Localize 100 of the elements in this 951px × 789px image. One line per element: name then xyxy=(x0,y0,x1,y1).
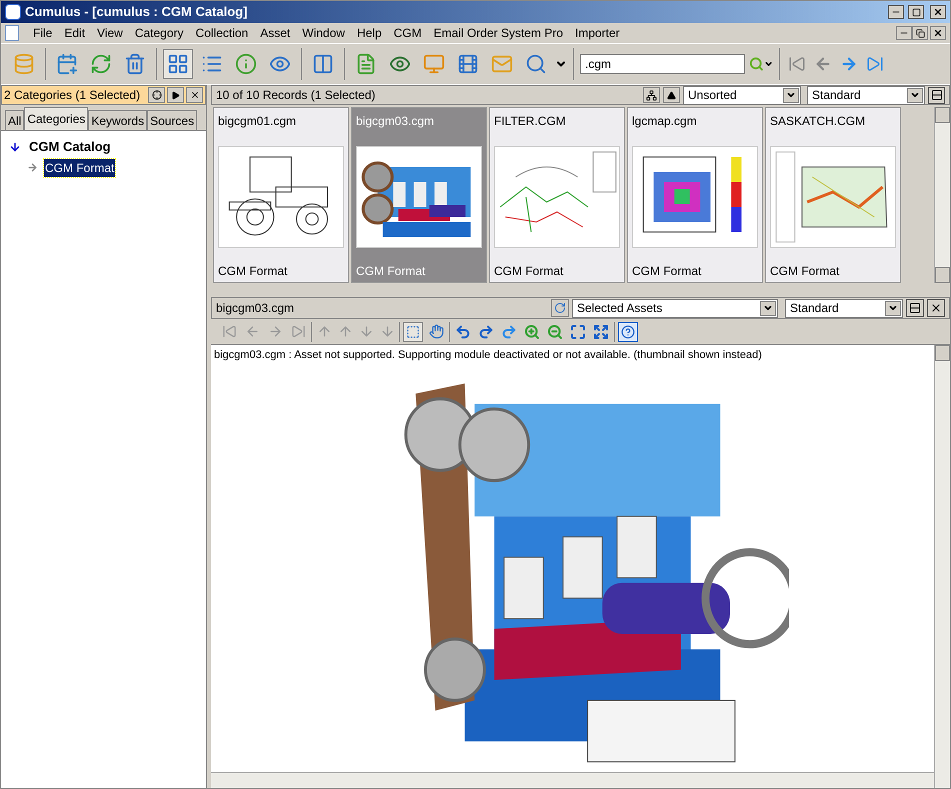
split-view-button[interactable] xyxy=(906,299,924,317)
menu-item[interactable]: File xyxy=(27,24,58,42)
scrollbar[interactable] xyxy=(211,772,934,788)
zoom-in-icon xyxy=(524,324,540,340)
scrollbar[interactable] xyxy=(934,345,950,788)
view-dropdown[interactable]: Standard xyxy=(785,298,903,318)
asset-card[interactable]: lgcmap.cgm CGM Format xyxy=(627,107,763,283)
asset-category: CGM Format xyxy=(218,263,288,278)
last-record-icon xyxy=(866,55,884,73)
film-icon xyxy=(457,53,479,75)
menu-item[interactable]: Help xyxy=(350,24,388,42)
menu-item[interactable]: Category xyxy=(128,24,190,42)
undo-icon xyxy=(455,324,471,340)
categories-count: 2 Categories (1 Selected) xyxy=(4,87,142,104)
asset-card[interactable]: FILTER.CGM CGM Format xyxy=(489,107,625,283)
hand-tool-icon xyxy=(428,324,444,339)
menu-item[interactable]: CGM xyxy=(388,24,428,42)
asset-category: CGM Format xyxy=(356,263,426,278)
thumbnail-view-button[interactable] xyxy=(163,49,193,79)
split-view-icon xyxy=(909,302,921,314)
maximize-button[interactable] xyxy=(908,5,924,19)
menu-item[interactable]: Window xyxy=(296,24,351,42)
tab[interactable]: Sources xyxy=(147,110,198,130)
asset-card[interactable]: bigcgm01.cgm CGM Format xyxy=(213,107,349,283)
previous-record-icon xyxy=(814,55,832,73)
help-button[interactable] xyxy=(618,322,638,342)
down-icon xyxy=(358,324,374,339)
find-document-icon xyxy=(525,53,547,75)
asset-category: CGM Format xyxy=(770,263,840,278)
help-icon xyxy=(621,324,635,338)
play-button[interactable] xyxy=(167,87,184,103)
close-icon xyxy=(933,28,943,38)
select-button[interactable] xyxy=(403,322,423,342)
menu-item[interactable]: Collection xyxy=(190,24,254,42)
redo-icon xyxy=(478,324,494,340)
top-icon xyxy=(316,324,332,339)
records-count: 10 of 10 Records (1 Selected) xyxy=(216,87,376,104)
play-icon xyxy=(171,90,180,100)
asset-card[interactable]: SASKATCH.CGM CGM Format xyxy=(765,107,901,283)
sync-icon xyxy=(554,302,566,314)
last-page-icon xyxy=(290,324,306,339)
next-record-icon xyxy=(840,55,858,73)
restore-button[interactable] xyxy=(912,26,928,40)
tab[interactable]: All xyxy=(5,110,24,130)
menu-item[interactable]: Edit xyxy=(58,24,92,42)
menu-item[interactable]: Email Order System Pro xyxy=(428,24,569,42)
previous-page-icon xyxy=(244,324,260,339)
actual-size-icon xyxy=(593,324,609,340)
rotate-icon xyxy=(501,324,517,340)
menu-item[interactable]: Importer xyxy=(569,24,626,42)
search-field[interactable]: .cgm xyxy=(580,54,745,74)
first-record-icon xyxy=(788,55,806,73)
next-page-icon xyxy=(268,324,282,339)
asset-name: bigcgm01.cgm xyxy=(218,113,298,130)
zoom-out-icon xyxy=(547,324,563,340)
asset-name: lgcmap.cgm xyxy=(632,113,698,130)
preview-file-name: bigcgm03.cgm xyxy=(216,300,296,317)
scope-dropdown[interactable]: Selected Assets xyxy=(572,298,778,318)
minimize-button[interactable] xyxy=(896,26,912,40)
info-view-icon xyxy=(235,53,257,75)
asset-name: SASKATCH.CGM xyxy=(770,113,866,130)
select-icon xyxy=(406,324,420,338)
close-button[interactable] xyxy=(930,26,946,40)
close-button[interactable] xyxy=(930,5,946,19)
mail-icon xyxy=(491,53,513,75)
menu-item[interactable]: Asset xyxy=(254,24,296,42)
tab[interactable]: Keywords xyxy=(88,110,148,130)
asset-category: CGM Format xyxy=(632,263,702,278)
thumbnail-view-icon xyxy=(167,53,189,75)
search-icon xyxy=(749,56,764,72)
close-button[interactable] xyxy=(927,299,945,317)
app-icon xyxy=(5,4,21,20)
close-icon xyxy=(190,90,200,100)
bottom-icon xyxy=(380,324,394,339)
scrollbar[interactable] xyxy=(934,107,950,283)
expand-arrow-icon[interactable] xyxy=(9,140,21,153)
split-view-icon xyxy=(930,89,942,101)
split-view-button[interactable] xyxy=(928,86,945,104)
asset-name: FILTER.CGM xyxy=(494,113,567,130)
asset-category: CGM Format xyxy=(494,263,564,278)
eject-icon xyxy=(667,90,676,100)
tree-item[interactable]: CGM Format xyxy=(44,158,116,176)
close-icon xyxy=(933,7,943,17)
view-dropdown[interactable]: Standard xyxy=(807,86,925,104)
sort-dropdown[interactable]: Unsorted xyxy=(683,86,801,104)
sync-button[interactable] xyxy=(551,299,569,317)
options-button[interactable] xyxy=(148,87,165,103)
tab[interactable]: Categories xyxy=(24,107,88,130)
tree-item[interactable]: CGM Catalog xyxy=(27,137,113,156)
up-icon xyxy=(338,324,352,339)
hierarchy-icon xyxy=(646,90,657,100)
fit-icon xyxy=(570,324,586,340)
hierarchy-button[interactable] xyxy=(643,87,660,103)
eject-button[interactable] xyxy=(663,87,680,103)
trash-icon xyxy=(124,53,146,75)
slideshow-icon xyxy=(423,53,445,75)
menu-item[interactable]: View xyxy=(91,24,129,42)
minimize-button[interactable] xyxy=(888,5,904,19)
asset-name: bigcgm03.cgm xyxy=(356,113,436,130)
window-title: Cumulus - [cumulus : CGM Catalog] xyxy=(25,3,248,22)
